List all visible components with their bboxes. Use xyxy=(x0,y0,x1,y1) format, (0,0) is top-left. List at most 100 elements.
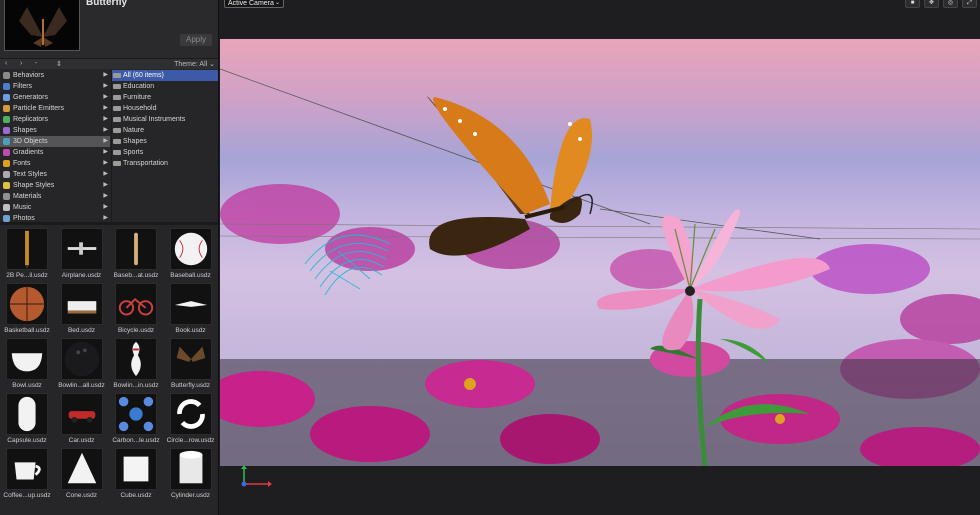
bowl-icon xyxy=(6,338,48,380)
library-item-label: Cone.usdz xyxy=(65,492,98,499)
chevron-down-icon: ⌄ xyxy=(274,0,280,6)
music-icon xyxy=(3,204,10,211)
category-list: Behaviors ▶ Filters ▶ Generators ▶ Particle Em… xyxy=(0,70,110,222)
library-nav-bar: ‹ › - ⇕ Theme: All ⌄ xyxy=(0,58,218,69)
library-item[interactable]: Bowl.usdz xyxy=(0,336,54,390)
category-label: Shapes xyxy=(13,127,37,134)
dash-button[interactable]: - xyxy=(35,60,37,67)
library-item[interactable]: 2B Pe...il.usdz xyxy=(0,226,54,280)
category-item[interactable]: Music ▶ xyxy=(0,202,110,213)
subcategory-item[interactable]: Nature xyxy=(112,125,218,136)
subcategory-item[interactable]: Sports xyxy=(112,147,218,158)
cube-icon xyxy=(115,448,157,490)
canvas-viewport[interactable] xyxy=(220,39,980,466)
camera-icon[interactable]: ■ xyxy=(905,0,920,8)
subcategory-list: All (60 items) Education Furniture Househol… xyxy=(111,70,218,222)
preview-area: Butterfly Apply xyxy=(0,0,218,58)
disclosure-arrow-icon: ▶ xyxy=(103,105,108,111)
category-item[interactable]: Behaviors ▶ xyxy=(0,70,110,81)
category-item[interactable]: Filters ▶ xyxy=(0,81,110,92)
subcategory-item[interactable]: Musical Instruments xyxy=(112,114,218,125)
library-item[interactable]: Cylinder.usdz xyxy=(164,446,218,500)
expand-icon[interactable]: ⤢ xyxy=(962,0,977,8)
disclosure-arrow-icon: ▶ xyxy=(103,116,108,122)
filters-icon xyxy=(3,83,10,90)
generators-icon xyxy=(3,94,10,101)
category-item[interactable]: Replicators ▶ xyxy=(0,114,110,125)
library-item[interactable]: Capsule.usdz xyxy=(0,391,54,445)
subcategory-item[interactable]: All (60 items) xyxy=(112,70,218,81)
library-item[interactable]: Carbon...le.usdz xyxy=(109,391,163,445)
category-item[interactable]: Shape Styles ▶ xyxy=(0,180,110,191)
category-item[interactable]: Particle Emitters ▶ xyxy=(0,103,110,114)
forward-arrow-icon[interactable]: › xyxy=(20,60,22,67)
gradients-icon xyxy=(3,149,10,156)
library-item[interactable]: Butterfly.usdz xyxy=(164,336,218,390)
camera-select[interactable]: Active Camera ⌄ xyxy=(224,0,284,8)
library-item-label: Cylinder.usdz xyxy=(170,492,211,499)
3d-objects-icon xyxy=(3,138,10,145)
apply-button[interactable]: Apply xyxy=(180,34,212,46)
back-arrow-icon[interactable]: ‹ xyxy=(5,60,7,67)
library-item[interactable]: Car.usdz xyxy=(55,391,109,445)
library-item[interactable]: Coffee...up.usdz xyxy=(0,446,54,500)
subcategory-label: Musical Instruments xyxy=(123,116,186,123)
library-item[interactable]: Bowlin...all.usdz xyxy=(55,336,109,390)
subcategory-label: Household xyxy=(123,105,157,112)
library-item[interactable]: Airplane.usdz xyxy=(55,226,109,280)
library-item[interactable]: Baseb...at.usdz xyxy=(109,226,163,280)
library-item[interactable]: Baseball.usdz xyxy=(164,226,218,280)
category-label: Particle Emitters xyxy=(13,105,64,112)
library-item-label: Car.usdz xyxy=(68,437,95,444)
library-item[interactable]: Bed.usdz xyxy=(55,281,109,335)
disclosure-arrow-icon: ▶ xyxy=(103,171,108,177)
theme-selector[interactable]: Theme: All ⌄ xyxy=(174,60,215,68)
viewer-toolbar: Active Camera ⌄ ■ ✥ ◎ ⤢ xyxy=(220,0,980,39)
butterfly-preview-icon xyxy=(19,7,67,47)
category-item[interactable]: Shapes ▶ xyxy=(0,125,110,136)
subcategory-item[interactable]: Transportation xyxy=(112,158,218,169)
bicycle-icon xyxy=(115,283,157,325)
library-item[interactable]: Cone.usdz xyxy=(55,446,109,500)
library-item-label: Basketball.usdz xyxy=(4,327,50,334)
subcategory-item[interactable]: Furniture xyxy=(112,92,218,103)
preview-title: Butterfly xyxy=(86,0,128,8)
library-item-label: Bed.usdz xyxy=(67,327,96,334)
library-item[interactable]: Circle...row.usdz xyxy=(164,391,218,445)
coffee-cup-icon xyxy=(6,448,48,490)
text-styles-icon xyxy=(3,171,10,178)
library-item[interactable]: Book.usdz xyxy=(164,281,218,335)
carbon-molecule-icon xyxy=(115,393,157,435)
folder-icon xyxy=(113,139,121,144)
disclosure-arrow-icon: ▶ xyxy=(103,83,108,89)
library-item-label: Carbon...le.usdz xyxy=(112,437,160,444)
subcategory-item[interactable]: Household xyxy=(112,103,218,114)
subcategory-item[interactable]: Shapes xyxy=(112,136,218,147)
disclosure-arrow-icon: ▶ xyxy=(103,138,108,144)
library-item[interactable]: Cube.usdz xyxy=(109,446,163,500)
category-item[interactable]: Text Styles ▶ xyxy=(0,169,110,180)
pencil-icon xyxy=(6,228,48,270)
camera-select-label: Active Camera xyxy=(228,0,274,7)
library-item[interactable]: Bowlin...in.usdz xyxy=(109,336,163,390)
subcategory-item[interactable]: Education xyxy=(112,81,218,92)
updown-icon[interactable]: ⇕ xyxy=(56,60,62,68)
category-item[interactable]: Fonts ▶ xyxy=(0,158,110,169)
category-item[interactable]: Materials ▶ xyxy=(0,191,110,202)
orbit-icon[interactable]: ◎ xyxy=(943,0,958,8)
category-label: Replicators xyxy=(13,116,49,123)
subcategory-label: Furniture xyxy=(123,94,152,101)
move-icon[interactable]: ✥ xyxy=(924,0,939,8)
folder-icon xyxy=(113,84,121,89)
library-item[interactable]: Bicycle.usdz xyxy=(109,281,163,335)
category-label: Gradients xyxy=(13,149,44,156)
capsule-icon xyxy=(6,393,48,435)
category-item[interactable]: 3D Objects ▶ xyxy=(0,136,110,147)
category-item[interactable]: Gradients ▶ xyxy=(0,147,110,158)
disclosure-arrow-icon: ▶ xyxy=(103,193,108,199)
category-item[interactable]: Generators ▶ xyxy=(0,92,110,103)
library-item-label: Coffee...up.usdz xyxy=(3,492,51,499)
panel-divider[interactable] xyxy=(0,222,218,225)
category-label: Shape Styles xyxy=(13,182,55,189)
library-item[interactable]: Basketball.usdz xyxy=(0,281,54,335)
